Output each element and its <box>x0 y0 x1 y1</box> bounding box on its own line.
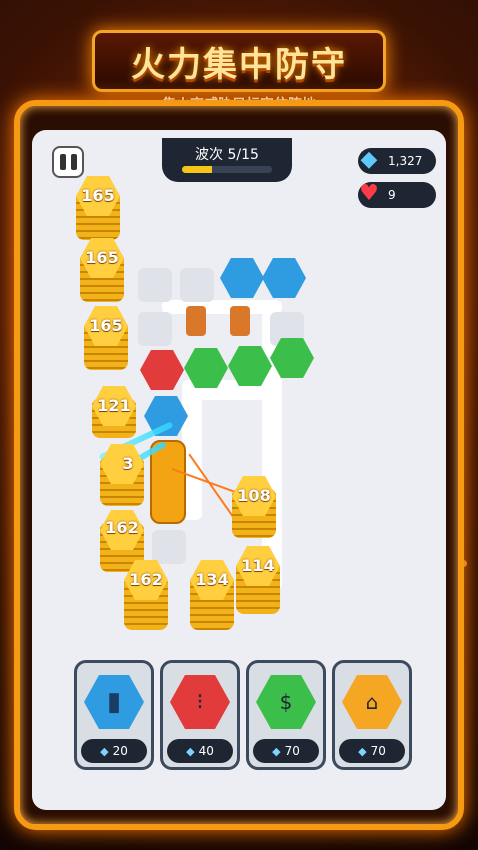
lives-counter: ♥ 9 <box>358 181 436 208</box>
page-title: 火力集中防守 <box>131 44 347 85</box>
wave-label: 波次 5/15 <box>195 147 259 163</box>
cost-badge: ◆ 70 <box>339 739 405 763</box>
enemy-hp: 121 <box>97 396 131 415</box>
cost-value: 20 <box>112 744 128 758</box>
gem-icon: ◆ <box>100 744 109 758</box>
enemy-hp: 114 <box>241 556 275 575</box>
gem-icon: ◆ <box>358 744 367 758</box>
heart-icon: ♥ <box>359 180 379 206</box>
build-slot[interactable] <box>152 530 186 564</box>
gem-icon: ◆ <box>186 744 195 758</box>
enemy-hp: 165 <box>89 316 123 335</box>
enemy-hp: 162 <box>105 518 139 537</box>
wave-progress-bar <box>182 166 272 173</box>
wave-indicator: 波次 5/15 <box>162 138 292 182</box>
tower-card-cannon[interactable]: ▮ ◆ 20 <box>74 660 154 770</box>
cost-badge: ◆ 40 <box>167 739 233 763</box>
enemy-hp: 165 <box>81 186 115 205</box>
lives-value: 9 <box>388 188 396 202</box>
ghost-tower-icon <box>186 306 206 336</box>
gem-icon: ◆ <box>360 146 378 172</box>
money-icon: $ <box>256 675 316 729</box>
build-slot[interactable] <box>138 268 172 302</box>
enemy-hp: 162 <box>129 570 163 589</box>
build-slot[interactable] <box>138 312 172 346</box>
sprayer-icon: ⌂ <box>342 675 402 729</box>
enemy-hp: 165 <box>85 248 119 267</box>
gems-counter: ◆ 1,327 <box>358 147 436 174</box>
wave-progress-fill <box>182 166 212 173</box>
enemy-path <box>162 300 282 314</box>
enemy-hp: 3 <box>122 454 134 473</box>
signal-icon: ⁝ <box>170 675 230 729</box>
tower-card-signal[interactable]: ⁝ ◆ 40 <box>160 660 240 770</box>
gem-icon: ◆ <box>272 744 281 758</box>
cost-value: 40 <box>198 744 214 758</box>
cost-badge: ◆ 70 <box>253 739 319 763</box>
title-banner: 火力集中防守 <box>92 30 386 92</box>
pause-button[interactable] <box>52 146 84 178</box>
enemy-hp: 134 <box>195 570 229 589</box>
cost-value: 70 <box>370 744 386 758</box>
build-slot[interactable] <box>180 268 214 302</box>
cannon-icon: ▮ <box>84 675 144 729</box>
tower-card-sprayer[interactable]: ⌂ ◆ 70 <box>332 660 412 770</box>
gems-value: 1,327 <box>388 154 423 168</box>
cost-value: 70 <box>284 744 300 758</box>
cost-badge: ◆ 20 <box>81 739 147 763</box>
enemy-hp: 108 <box>237 486 271 505</box>
ghost-tower-icon <box>230 306 250 336</box>
tower-card-money[interactable]: $ ◆ 70 <box>246 660 326 770</box>
